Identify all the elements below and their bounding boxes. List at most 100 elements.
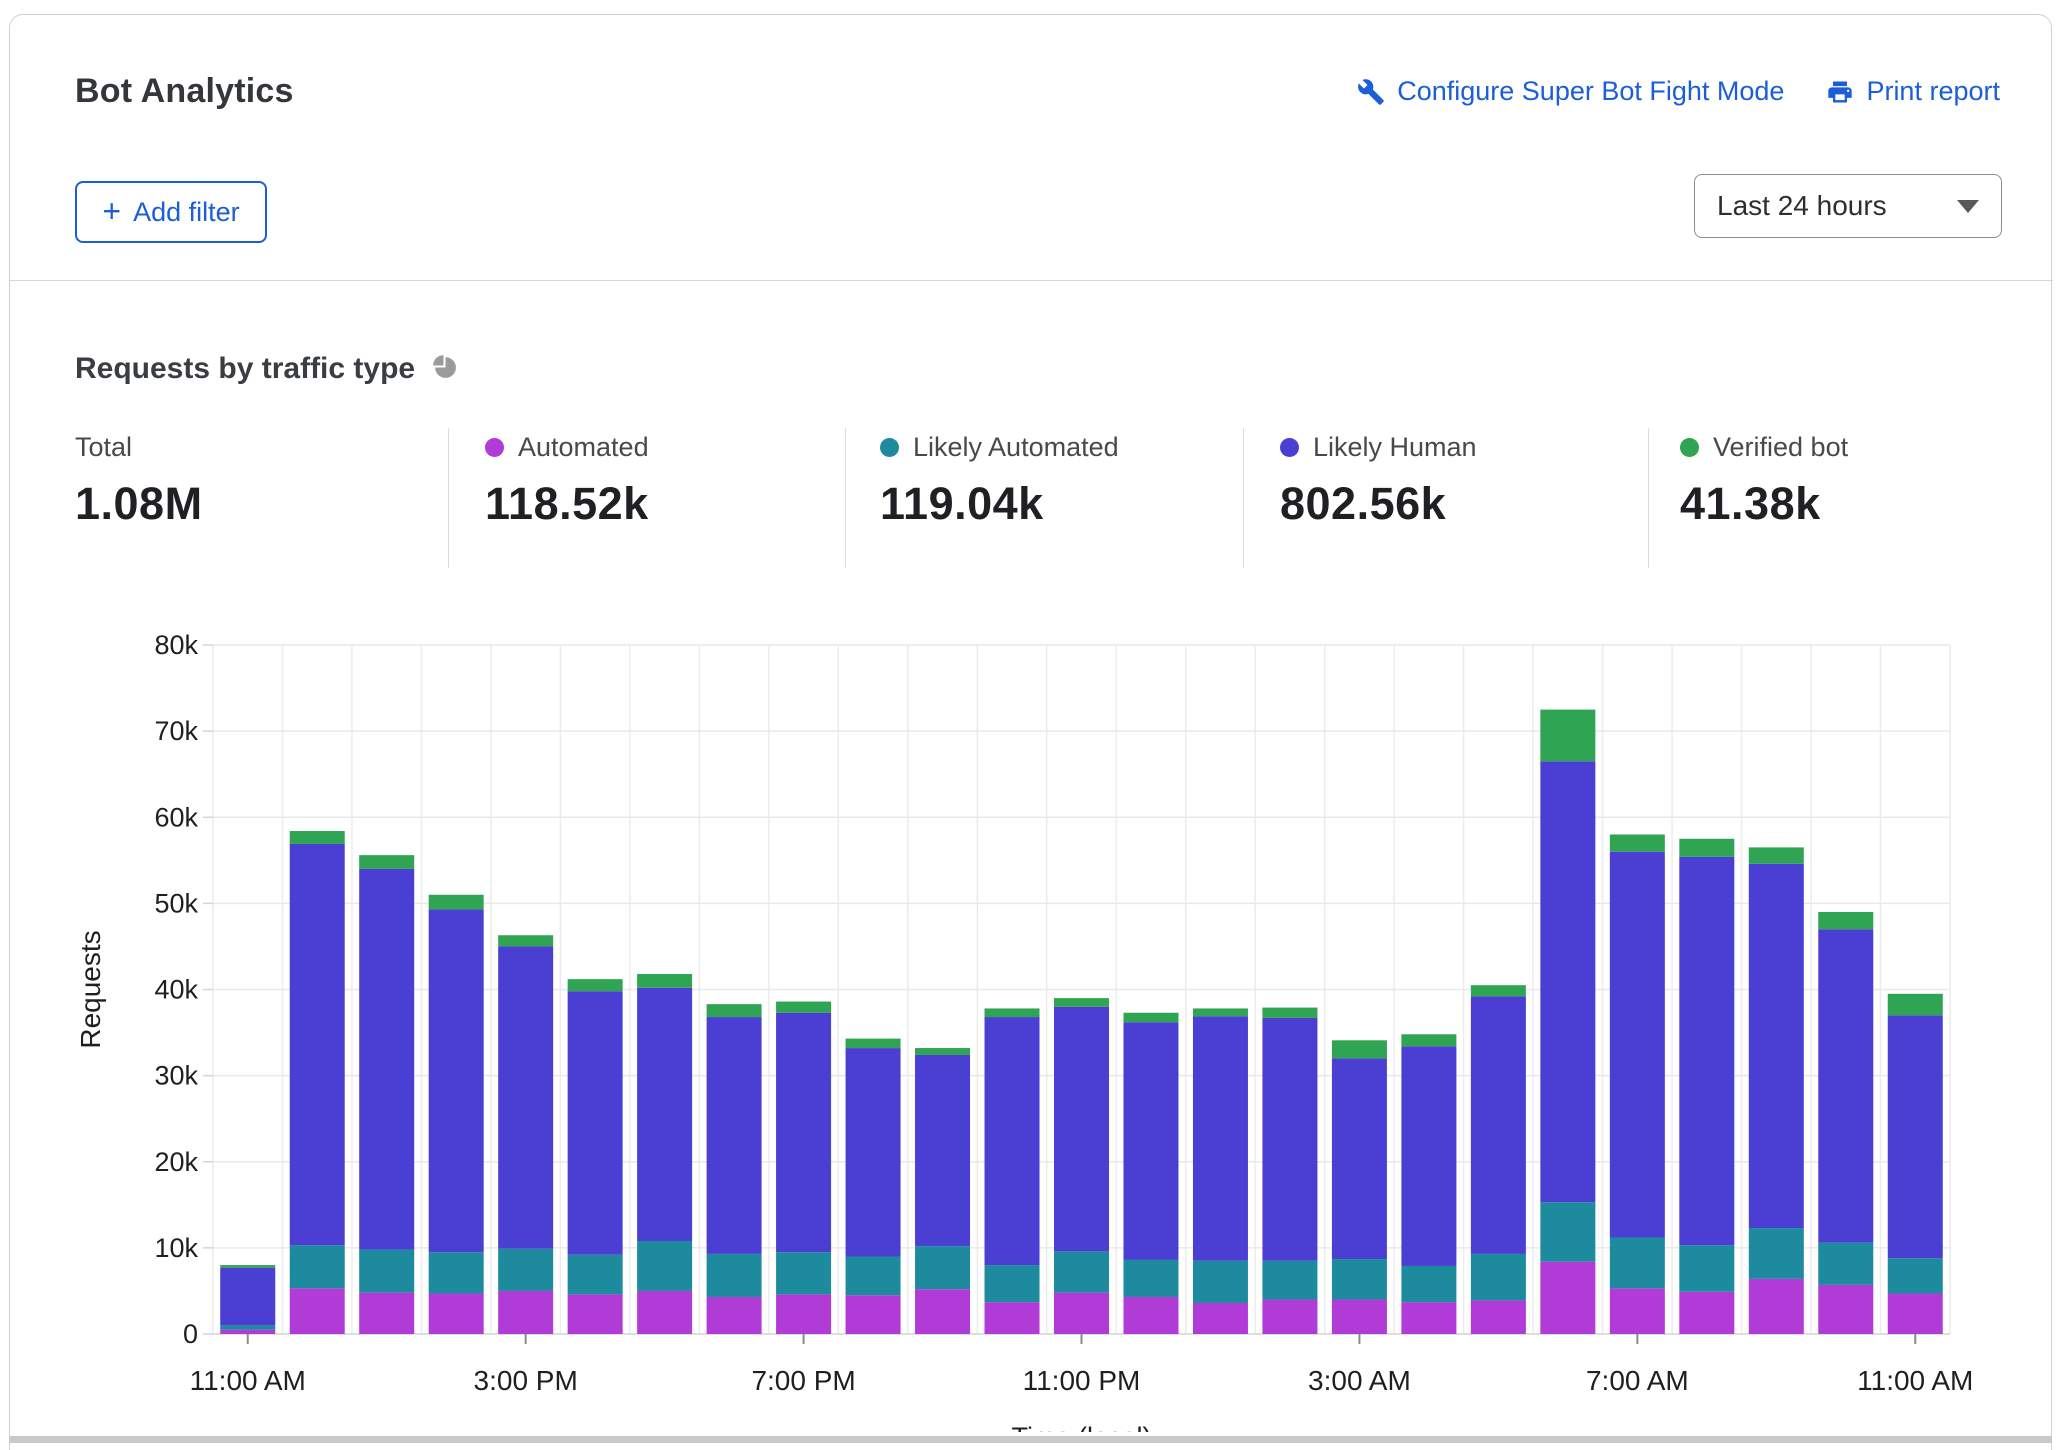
bar-segment[interactable] bbox=[220, 1325, 275, 1329]
bar-segment[interactable] bbox=[915, 1048, 970, 1055]
bar-segment[interactable] bbox=[1401, 1034, 1456, 1046]
bar-segment[interactable] bbox=[290, 844, 345, 1245]
bar-segment[interactable] bbox=[429, 909, 484, 1252]
bar-segment[interactable] bbox=[707, 1254, 762, 1297]
bar-segment[interactable] bbox=[568, 979, 623, 991]
bar-segment[interactable] bbox=[290, 1288, 345, 1334]
bar-segment[interactable] bbox=[1679, 1292, 1734, 1334]
bar-segment[interactable] bbox=[1193, 1016, 1248, 1261]
bar-segment[interactable] bbox=[1888, 1015, 1943, 1258]
bar-segment[interactable] bbox=[637, 974, 692, 988]
print-report-link[interactable]: Print report bbox=[1826, 76, 2000, 107]
bar-segment[interactable] bbox=[776, 1013, 831, 1252]
bar-segment[interactable] bbox=[1818, 1285, 1873, 1334]
bar-segment[interactable] bbox=[1471, 985, 1526, 996]
bar-segment[interactable] bbox=[707, 1004, 762, 1017]
bar-segment[interactable] bbox=[1401, 1046, 1456, 1266]
add-filter-button[interactable]: + Add filter bbox=[75, 181, 267, 243]
bar-segment[interactable] bbox=[1679, 1245, 1734, 1292]
bar-segment[interactable] bbox=[359, 855, 414, 869]
bar-segment[interactable] bbox=[1262, 1008, 1317, 1018]
bar-segment[interactable] bbox=[1749, 847, 1804, 863]
bar-segment[interactable] bbox=[1332, 1259, 1387, 1299]
bar-segment[interactable] bbox=[220, 1265, 275, 1268]
bar-segment[interactable] bbox=[1888, 994, 1943, 1016]
time-range-select[interactable]: Last 24 hours bbox=[1694, 174, 2002, 238]
bar-segment[interactable] bbox=[846, 1295, 901, 1334]
bar-segment[interactable] bbox=[985, 1265, 1040, 1302]
bar-segment[interactable] bbox=[985, 1017, 1040, 1265]
bar-segment[interactable] bbox=[915, 1246, 970, 1289]
bar-segment[interactable] bbox=[1193, 1303, 1248, 1334]
bar-segment[interactable] bbox=[498, 935, 553, 946]
bar-segment[interactable] bbox=[1054, 998, 1109, 1007]
bar-segment[interactable] bbox=[846, 1048, 901, 1256]
bar-segment[interactable] bbox=[429, 1294, 484, 1334]
bar-segment[interactable] bbox=[498, 1291, 553, 1334]
bar-segment[interactable] bbox=[1749, 1279, 1804, 1334]
bar-segment[interactable] bbox=[220, 1330, 275, 1334]
bar-segment[interactable] bbox=[1123, 1260, 1178, 1297]
bar-segment[interactable] bbox=[1540, 761, 1595, 1202]
bar-segment[interactable] bbox=[1193, 1008, 1248, 1016]
bar-segment[interactable] bbox=[1123, 1013, 1178, 1022]
bar-segment[interactable] bbox=[359, 1293, 414, 1334]
bar-segment[interactable] bbox=[707, 1297, 762, 1334]
bar-segment[interactable] bbox=[1262, 1300, 1317, 1334]
bar-segment[interactable] bbox=[1679, 857, 1734, 1245]
bar-segment[interactable] bbox=[1123, 1297, 1178, 1334]
bar-segment[interactable] bbox=[985, 1008, 1040, 1017]
bar-segment[interactable] bbox=[1749, 864, 1804, 1228]
bar-segment[interactable] bbox=[1540, 710, 1595, 762]
bar-segment[interactable] bbox=[1540, 1262, 1595, 1334]
bar-segment[interactable] bbox=[846, 1039, 901, 1048]
bar-segment[interactable] bbox=[1054, 1293, 1109, 1334]
bar-segment[interactable] bbox=[1332, 1058, 1387, 1259]
bar-segment[interactable] bbox=[1332, 1040, 1387, 1058]
bar-segment[interactable] bbox=[1888, 1258, 1943, 1293]
bar-segment[interactable] bbox=[1540, 1202, 1595, 1261]
bar-segment[interactable] bbox=[1610, 1288, 1665, 1334]
bar-segment[interactable] bbox=[220, 1268, 275, 1326]
bar-segment[interactable] bbox=[290, 1245, 345, 1288]
bar-segment[interactable] bbox=[568, 1255, 623, 1295]
bar-segment[interactable] bbox=[1818, 912, 1873, 929]
bar-segment[interactable] bbox=[1471, 996, 1526, 1254]
bar-segment[interactable] bbox=[498, 1249, 553, 1291]
bar-segment[interactable] bbox=[1749, 1228, 1804, 1279]
bar-segment[interactable] bbox=[776, 1252, 831, 1294]
bar-segment[interactable] bbox=[1818, 929, 1873, 1242]
bar-segment[interactable] bbox=[1332, 1300, 1387, 1334]
bar-segment[interactable] bbox=[568, 1294, 623, 1334]
bar-segment[interactable] bbox=[359, 1250, 414, 1293]
bar-segment[interactable] bbox=[1818, 1243, 1873, 1285]
bar-segment[interactable] bbox=[1262, 1261, 1317, 1300]
bar-segment[interactable] bbox=[290, 831, 345, 844]
bar-segment[interactable] bbox=[776, 1294, 831, 1334]
bar-segment[interactable] bbox=[1610, 834, 1665, 851]
bar-segment[interactable] bbox=[846, 1256, 901, 1295]
bar-segment[interactable] bbox=[1888, 1294, 1943, 1334]
bar-segment[interactable] bbox=[637, 1241, 692, 1291]
bar-segment[interactable] bbox=[1610, 852, 1665, 1238]
bar-segment[interactable] bbox=[359, 869, 414, 1250]
bar-segment[interactable] bbox=[637, 1291, 692, 1334]
bar-segment[interactable] bbox=[915, 1289, 970, 1334]
bar-segment[interactable] bbox=[1054, 1251, 1109, 1292]
bar-segment[interactable] bbox=[1401, 1302, 1456, 1334]
bar-segment[interactable] bbox=[429, 1252, 484, 1293]
bar-segment[interactable] bbox=[1401, 1266, 1456, 1302]
bar-segment[interactable] bbox=[1262, 1018, 1317, 1261]
bar-segment[interactable] bbox=[637, 988, 692, 1241]
bar-segment[interactable] bbox=[985, 1302, 1040, 1334]
bar-segment[interactable] bbox=[1193, 1261, 1248, 1303]
bar-segment[interactable] bbox=[1123, 1022, 1178, 1260]
bar-segment[interactable] bbox=[776, 1002, 831, 1013]
bar-segment[interactable] bbox=[1679, 839, 1734, 857]
bar-segment[interactable] bbox=[568, 991, 623, 1255]
bar-segment[interactable] bbox=[1471, 1300, 1526, 1334]
bar-segment[interactable] bbox=[707, 1017, 762, 1254]
bar-segment[interactable] bbox=[915, 1055, 970, 1246]
bar-segment[interactable] bbox=[1471, 1254, 1526, 1301]
configure-super-bot-fight-mode-link[interactable]: Configure Super Bot Fight Mode bbox=[1357, 76, 1784, 107]
